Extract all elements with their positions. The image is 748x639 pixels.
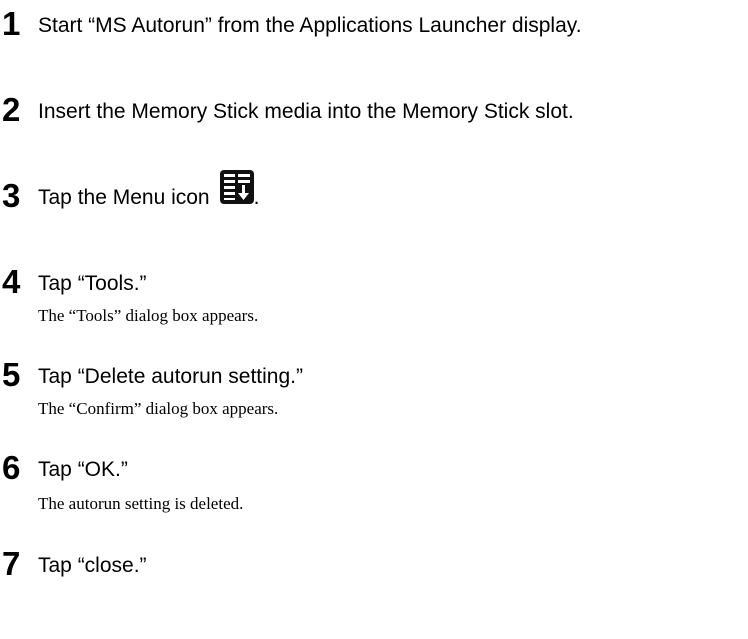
- step-instruction: Tap “close.”: [38, 554, 147, 577]
- step-5: 5 Tap “Delete autorun setting.” The “Con…: [0, 355, 748, 418]
- step-3: 3 Tap the Menu icon .: [0, 170, 748, 216]
- step-instruction: Start “MS Autorun” from the Applications…: [38, 14, 582, 37]
- step-7: 7 Tap “close.”: [0, 544, 748, 584]
- step-number: 3: [2, 177, 21, 214]
- step-number: 6: [2, 449, 21, 486]
- step-6: 6 Tap “OK.” The autorun setting is delet…: [0, 448, 748, 513]
- step-1: 1 Start “MS Autorun” from the Applicatio…: [0, 4, 748, 44]
- step-2: 2 Insert the Memory Stick media into the…: [0, 90, 748, 130]
- instruction-document: 1 Start “MS Autorun” from the Applicatio…: [0, 0, 748, 639]
- step-number: 7: [2, 545, 21, 582]
- step-instruction: Tap the Menu icon: [38, 186, 210, 209]
- step-instruction: Tap “Tools.”: [38, 272, 147, 295]
- step-number: 1: [2, 5, 21, 42]
- step-description: The autorun setting is deleted.: [38, 494, 244, 513]
- step-number: 4: [2, 263, 21, 300]
- step-description: The “Tools” dialog box appears.: [38, 306, 259, 325]
- menu-icon: [219, 170, 254, 220]
- step-instruction: Insert the Memory Stick media into the M…: [38, 100, 574, 123]
- step-description: The “Confirm” dialog box appears.: [38, 399, 279, 418]
- step-instruction: Tap “OK.”: [38, 458, 128, 481]
- step-number: 2: [2, 91, 21, 128]
- step-instruction: Tap “Delete autorun setting.”: [38, 365, 303, 388]
- step-instruction-suffix: .: [253, 186, 260, 209]
- step-4: 4 Tap “Tools.” The “Tools” dialog box ap…: [0, 262, 748, 325]
- step-instruction-line: Tap the Menu icon .: [38, 170, 260, 220]
- step-number: 5: [2, 356, 21, 393]
